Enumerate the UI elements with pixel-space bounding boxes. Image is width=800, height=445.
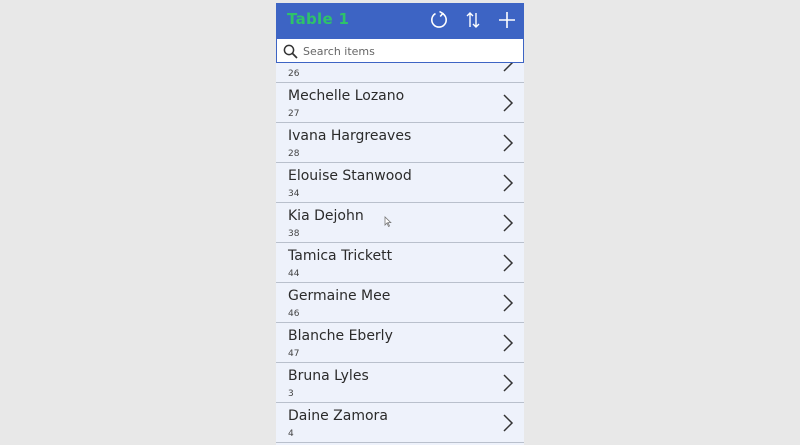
chevron-right-icon[interactable]: [502, 334, 514, 352]
item-title: Elouise Stanwood: [288, 168, 412, 184]
gallery-list[interactable]: 26 Mechelle Lozano 27 Ivana Hargreaves 2…: [276, 63, 524, 445]
list-item[interactable]: Kia Dejohn 38: [276, 203, 524, 243]
item-subtitle: 34: [288, 189, 300, 199]
header-bar: Table 1: [276, 3, 524, 38]
search-box[interactable]: [276, 38, 524, 63]
item-title: Tamica Trickett: [288, 248, 393, 264]
list-item[interactable]: Mechelle Lozano 27: [276, 83, 524, 123]
chevron-right-icon[interactable]: [502, 94, 514, 112]
screen-title: Table 1: [287, 10, 350, 28]
refresh-icon: [431, 10, 447, 28]
chevron-right-icon[interactable]: [502, 294, 514, 312]
list-item[interactable]: Tamica Trickett 44: [276, 243, 524, 283]
item-title: Kia Dejohn: [288, 208, 364, 224]
chevron-right-icon[interactable]: [502, 254, 514, 272]
item-title: Ivana Hargreaves: [288, 128, 412, 144]
item-subtitle: 47: [288, 349, 300, 359]
search-icon: [283, 44, 298, 59]
search-input[interactable]: [303, 42, 513, 60]
chevron-right-icon[interactable]: [502, 174, 514, 192]
item-title: Daine Zamora: [288, 408, 388, 424]
plus-icon: [499, 12, 515, 28]
item-title: Blanche Eberly: [288, 328, 393, 344]
item-subtitle: 44: [288, 269, 300, 279]
item-subtitle: 38: [288, 229, 300, 239]
mouse-pointer-icon: [384, 216, 392, 228]
list-item[interactable]: Daine Zamora 4: [276, 403, 524, 443]
item-subtitle: 46: [288, 309, 300, 319]
item-subtitle: 27: [288, 109, 300, 119]
chevron-right-icon[interactable]: [502, 414, 514, 432]
item-subtitle: 28: [288, 149, 300, 159]
chevron-right-icon[interactable]: [502, 374, 514, 392]
list-item[interactable]: Bruna Lyles 3: [276, 363, 524, 403]
sort-button[interactable]: [462, 9, 484, 31]
sort-icon: [466, 12, 480, 28]
gallery-screen: Table 1 26: [276, 3, 524, 445]
item-title: Bruna Lyles: [288, 368, 369, 384]
item-title: Germaine Mee: [288, 288, 391, 304]
item-subtitle: 3: [288, 389, 294, 399]
list-item[interactable]: Elouise Stanwood 34: [276, 163, 524, 203]
item-subtitle: 4: [288, 429, 294, 439]
refresh-button[interactable]: [428, 9, 450, 31]
list-item[interactable]: Ivana Hargreaves 28: [276, 123, 524, 163]
chevron-right-icon[interactable]: [502, 63, 514, 72]
chevron-right-icon[interactable]: [502, 134, 514, 152]
list-item[interactable]: Blanche Eberly 47: [276, 323, 524, 363]
list-item[interactable]: 26: [276, 63, 524, 83]
list-item[interactable]: Germaine Mee 46: [276, 283, 524, 323]
add-item-button[interactable]: [496, 9, 518, 31]
item-title: Mechelle Lozano: [288, 88, 405, 104]
item-subtitle: 26: [288, 69, 300, 79]
chevron-right-icon[interactable]: [502, 214, 514, 232]
